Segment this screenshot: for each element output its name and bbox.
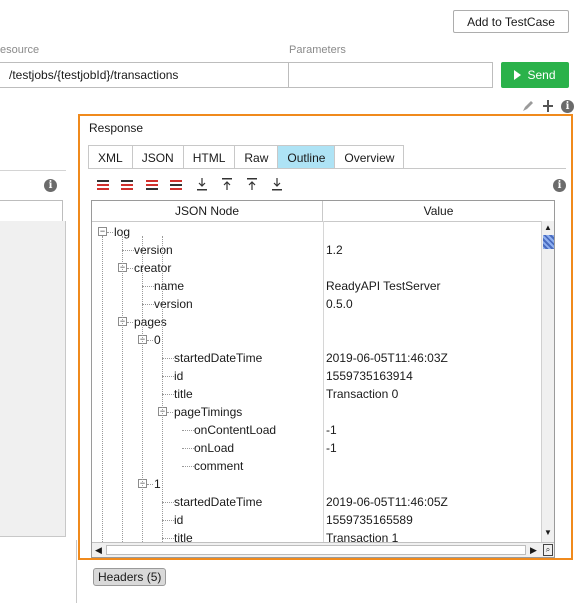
info-icon[interactable]: i (561, 100, 574, 113)
add-to-testcase-button[interactable]: Add to TestCase (453, 10, 569, 33)
tree-connector (162, 376, 174, 377)
tab-json[interactable]: JSON (131, 145, 184, 169)
resource-input[interactable]: /testjobs/{testjobId}/transactions (0, 62, 289, 88)
move-top-icon[interactable] (246, 177, 258, 194)
tree-connector (162, 520, 174, 521)
parameters-label: Parameters (289, 44, 346, 56)
split-icon[interactable] (543, 100, 553, 112)
response-tabs: XML JSON HTML Raw Outline Overview (88, 145, 405, 169)
tab-xml[interactable]: XML (88, 145, 133, 169)
tree-connector (167, 412, 173, 413)
node-name: creator (134, 261, 172, 275)
left-panel-body (0, 221, 66, 537)
node-name: 0 (154, 333, 161, 347)
node-value: -1 (326, 441, 337, 455)
play-icon (514, 70, 522, 80)
tab-html[interactable]: HTML (182, 145, 236, 169)
tree-connector (107, 232, 113, 233)
tab-raw[interactable]: Raw (234, 145, 279, 169)
tab-outline[interactable]: Outline (277, 145, 336, 169)
tree-connector (122, 250, 134, 251)
tree-connector (182, 448, 194, 449)
tree-connector (182, 466, 194, 467)
node-value: -1 (326, 423, 337, 437)
move-bottom-icon[interactable] (271, 177, 283, 194)
node-name: version (134, 243, 173, 257)
response-title: Response (89, 121, 144, 135)
tree-guide-line (102, 236, 103, 542)
node-name: 1 (154, 477, 161, 491)
tree-connector (147, 484, 153, 485)
scroll-left-arrow-icon[interactable]: ◀ (95, 545, 102, 556)
node-name: onContentLoad (194, 423, 277, 437)
tree-connector (127, 322, 133, 323)
collapse-node-icon[interactable] (146, 178, 160, 192)
resource-value: /testjobs/{testjobId}/transactions (9, 68, 179, 82)
tree-connector (162, 394, 174, 395)
column-json-node[interactable]: JSON Node (92, 201, 323, 221)
tree-guide-line (122, 236, 123, 542)
resource-label: esource (0, 44, 40, 56)
tabs-baseline (88, 168, 566, 169)
edit-icon[interactable] (522, 100, 534, 112)
tree-connector (142, 286, 154, 287)
send-button[interactable]: Send (501, 62, 569, 88)
grid-header: JSON Node Value (92, 201, 554, 222)
collapse-toggle-icon[interactable]: − (98, 227, 107, 236)
parameters-input[interactable] (288, 62, 493, 88)
node-name: onLoad (194, 441, 235, 455)
node-value: 1559735165589 (326, 513, 413, 527)
tree-connector (142, 304, 154, 305)
tree-guide-line (142, 236, 143, 542)
tree-connector (127, 268, 133, 269)
zoom-icon[interactable]: ⌕ (543, 544, 553, 556)
horizontal-scrollbar[interactable]: ◀ ▶ ⌕ (92, 542, 554, 557)
panel-separator (76, 540, 77, 603)
collapse-all-icon[interactable] (97, 178, 111, 192)
node-name: pageTimings (174, 405, 243, 419)
left-panel-bottom (0, 536, 66, 537)
h-scroll-thumb[interactable] (106, 545, 526, 555)
node-value: 1.2 (326, 243, 343, 257)
node-value: ReadyAPI TestServer (326, 279, 441, 293)
tree-connector (162, 502, 174, 503)
json-outline-grid: JSON Node Value − log version 1.2− creator na… (91, 200, 555, 558)
scroll-up-arrow-icon[interactable]: ▲ (544, 223, 552, 232)
tree-connector (162, 358, 174, 359)
node-name: comment (194, 459, 244, 473)
scroll-right-arrow-icon[interactable]: ▶ (530, 545, 537, 556)
expand-node-icon[interactable] (170, 178, 184, 192)
node-name: version (154, 297, 193, 311)
tab-overview[interactable]: Overview (334, 145, 405, 169)
expand-all-icon[interactable] (121, 178, 135, 192)
send-label: Send (527, 68, 556, 82)
node-name: startedDateTime (174, 495, 263, 509)
column-value[interactable]: Value (323, 201, 554, 221)
node-name: title (174, 387, 193, 401)
vertical-scrollbar[interactable]: ▲ ▼ (541, 221, 554, 543)
node-value: Transaction 0 (326, 387, 399, 401)
node-name: id (174, 513, 184, 527)
node-value: 2019-06-05T11:46:03Z (326, 351, 448, 365)
scroll-thumb[interactable] (543, 235, 554, 249)
tree-guide-line (162, 236, 163, 542)
node-value: 0.5.0 (326, 297, 353, 311)
left-panel-divider (0, 170, 66, 171)
left-panel-header (0, 200, 63, 222)
node-name: name (154, 279, 185, 293)
node-name: startedDateTime (174, 351, 263, 365)
scroll-down-arrow-icon[interactable]: ▼ (544, 528, 552, 537)
node-value: 2019-06-05T11:46:05Z (326, 495, 448, 509)
left-info-icon[interactable]: i (44, 179, 57, 192)
move-down-icon[interactable] (196, 177, 208, 194)
node-name: id (174, 369, 184, 383)
headers-tab-button[interactable]: Headers (5) (93, 568, 167, 586)
tree-connector (162, 538, 174, 539)
tree-connector (182, 430, 194, 431)
move-up-icon[interactable] (221, 177, 233, 194)
tree-connector (147, 340, 153, 341)
outline-info-icon[interactable]: i (553, 179, 566, 192)
node-value: 1559735163914 (326, 369, 413, 383)
